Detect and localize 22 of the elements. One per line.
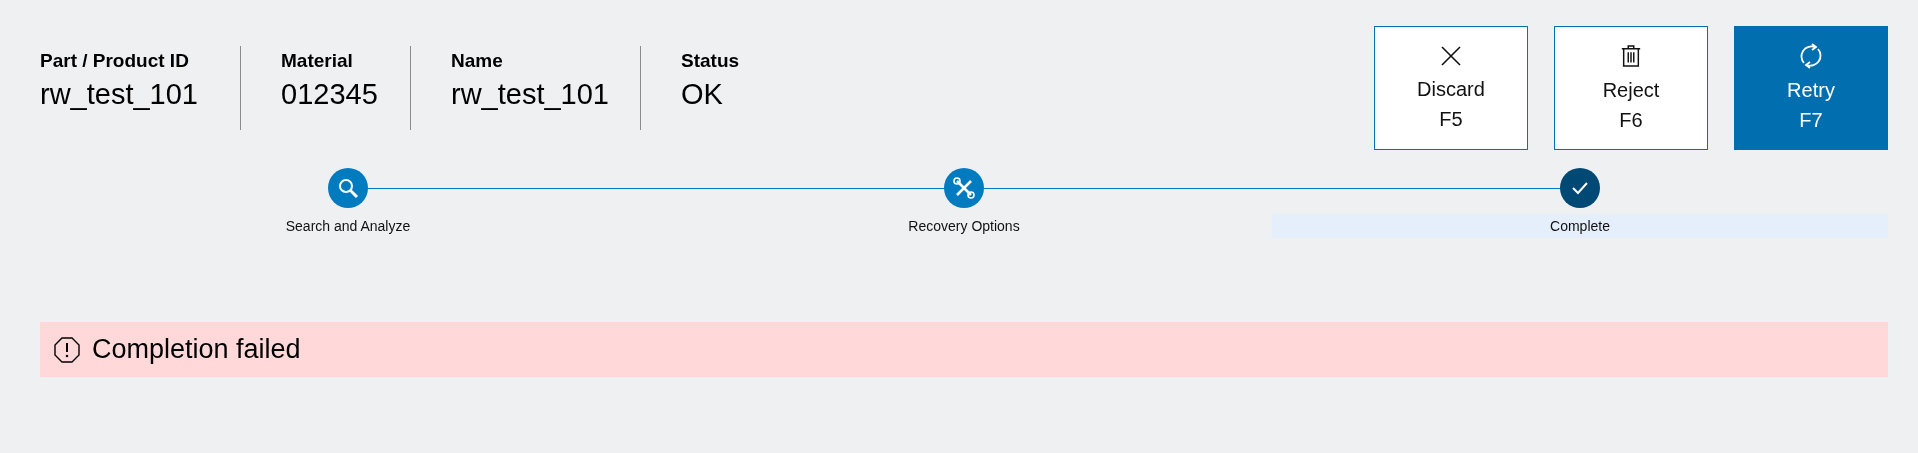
field-label: Name xyxy=(451,50,504,72)
check-step-icon[interactable] xyxy=(1560,168,1600,208)
field-value: OK xyxy=(681,78,724,111)
warning-icon xyxy=(54,336,80,363)
field-label: Material xyxy=(281,50,354,72)
field-label: Part / Product ID xyxy=(40,50,190,72)
step-label[interactable]: Search and Analyze xyxy=(40,214,656,238)
step-label[interactable]: Complete xyxy=(1272,214,1888,238)
close-icon xyxy=(1439,44,1463,68)
step-label[interactable]: Recovery Options xyxy=(656,214,1272,238)
search-step-icon[interactable] xyxy=(328,168,368,208)
field-value: rw_test_101 xyxy=(451,78,610,111)
trash-icon xyxy=(1620,43,1642,69)
field-value: rw_test_101 xyxy=(40,78,199,111)
reject-button[interactable]: Reject F6 xyxy=(1554,26,1708,150)
discard-button[interactable]: Discard F5 xyxy=(1374,26,1528,150)
tools-step-icon[interactable] xyxy=(944,168,984,208)
retry-button[interactable]: Retry F7 xyxy=(1734,26,1888,150)
refresh-icon xyxy=(1798,43,1824,69)
error-message: Completion failed xyxy=(92,334,301,365)
field-label: Status xyxy=(681,50,740,72)
field-value: 012345 xyxy=(281,78,379,111)
